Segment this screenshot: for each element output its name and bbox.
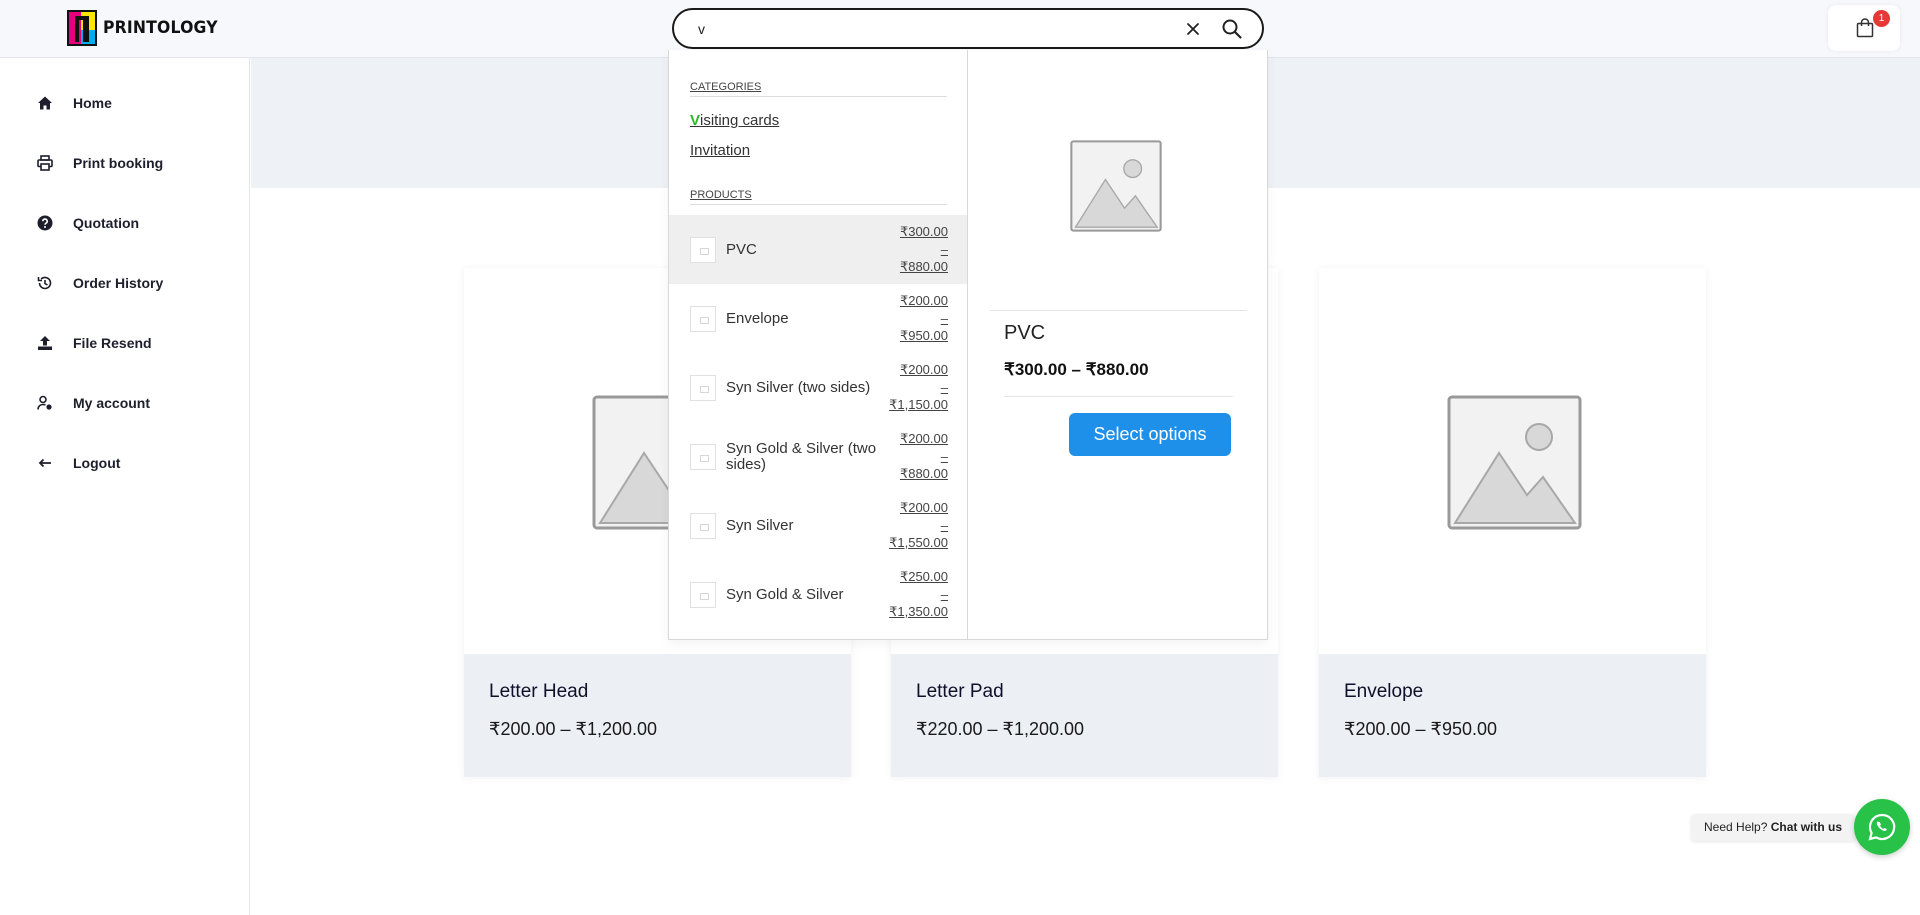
- sidebar-item-home[interactable]: Home: [36, 91, 112, 115]
- divider: [1004, 396, 1233, 397]
- product-preview: PVC ₹300.00 – ₹880.00 Select options: [968, 50, 1268, 639]
- chat-help-label[interactable]: Need Help? Chat with us: [1691, 814, 1856, 841]
- brand-logo[interactable]: PRINTOLOGY: [67, 10, 228, 46]
- category-link-invitation[interactable]: Invitation: [690, 142, 750, 159]
- product-thumbnail: [690, 237, 716, 263]
- category-link-visiting-cards[interactable]: Visiting cards: [690, 112, 779, 129]
- sidebar-item-file-resend[interactable]: File Resend: [36, 331, 152, 355]
- whatsapp-icon: [1868, 813, 1896, 841]
- image-placeholder-icon: [1070, 140, 1162, 232]
- product-thumbnail: [690, 582, 716, 608]
- product-title[interactable]: Envelope: [1344, 681, 1423, 703]
- product-thumbnail: [690, 306, 716, 332]
- suggestion-name: Syn Silver (two sides): [726, 378, 871, 396]
- printer-icon: [36, 154, 54, 172]
- product-thumbnail: [690, 375, 716, 401]
- sidebar-item-label: Home: [73, 95, 112, 111]
- cart-button[interactable]: 1: [1828, 5, 1900, 51]
- image-placeholder-icon: [1447, 395, 1582, 530]
- brand-name: PRINTOLOGY: [103, 18, 218, 38]
- suggestion-price: ₹250.00– ₹1,350.00: [889, 569, 948, 619]
- user-gear-icon: [36, 394, 54, 412]
- product-title[interactable]: Letter Pad: [916, 681, 1004, 703]
- sidebar-item-my-account[interactable]: My account: [36, 391, 150, 415]
- suggestions-list: CATEGORIES Visiting cards Invitation PRO…: [669, 50, 968, 639]
- divider: [990, 310, 1247, 311]
- product-price: ₹220.00 – ₹1,200.00: [916, 719, 1085, 739]
- suggestion-price: ₹200.00– ₹1,550.00: [889, 500, 948, 550]
- product-thumbnail: [690, 513, 716, 539]
- suggestion-item[interactable]: Syn Gold & Silver (two sides) ₹200.00– ₹8…: [669, 422, 967, 491]
- suggestion-name: Syn Gold & Silver: [726, 585, 844, 603]
- sidebar-item-label: My account: [73, 395, 151, 411]
- suggestion-name: Envelope: [726, 309, 789, 327]
- product-info: Letter Head ₹200.00 – ₹1,200.00: [464, 654, 851, 777]
- product-price: ₹200.00 – ₹1,200.00: [489, 719, 658, 739]
- sidebar-item-order-history[interactable]: Order History: [36, 271, 163, 295]
- suggestion-item[interactable]: Syn Gold & Silver ₹250.00– ₹1,350.00: [669, 560, 967, 629]
- suggestion-item[interactable]: Envelope ₹200.00– ₹950.00: [669, 284, 967, 353]
- sidebar-item-label: Print booking: [73, 155, 164, 171]
- suggestion-name: Syn Gold & Silver (two sides): [726, 439, 877, 473]
- whatsapp-chat-button[interactable]: [1854, 799, 1910, 855]
- sidebar-item-print-booking[interactable]: Print booking: [36, 151, 163, 175]
- categories-heading: CATEGORIES: [690, 81, 947, 97]
- search-icon[interactable]: [1220, 17, 1244, 41]
- product-thumbnail: [690, 444, 716, 470]
- suggestion-price: ₹200.00– ₹1,150.00: [889, 362, 948, 412]
- question-circle-icon: [36, 214, 54, 232]
- suggestion-price: ₹300.00– ₹880.00: [899, 224, 948, 274]
- products-heading: PRODUCTS: [690, 189, 947, 205]
- product-image: [1319, 268, 1706, 654]
- suggestion-price: ₹200.00– ₹950.00: [899, 293, 948, 343]
- product-title[interactable]: Letter Head: [489, 681, 588, 703]
- history-icon: [36, 274, 54, 292]
- cart-count-badge: 1: [1873, 10, 1890, 27]
- sidebar-item-label: Quotation: [73, 215, 140, 231]
- search-input[interactable]: [698, 18, 1118, 40]
- close-icon[interactable]: [1182, 18, 1204, 40]
- sidebar-item-quotation[interactable]: Quotation: [36, 211, 139, 235]
- product-card[interactable]: Envelope ₹200.00 – ₹950.00: [1319, 268, 1706, 777]
- product-price: ₹200.00 – ₹950.00: [1344, 719, 1498, 739]
- home-icon: [36, 94, 54, 112]
- suggestion-item[interactable]: Syn Silver ₹200.00– ₹1,550.00: [669, 491, 967, 560]
- sidebar-item-logout[interactable]: Logout: [36, 451, 120, 475]
- logo-mark: [67, 10, 97, 46]
- sidebar-item-label: Order History: [73, 275, 164, 291]
- sidebar-item-label: File Resend: [73, 335, 152, 351]
- preview-title: PVC: [1004, 322, 1046, 344]
- suggestion-price: ₹200.00– ₹880.00: [899, 431, 948, 481]
- suggestion-item[interactable]: PVC ₹300.00– ₹880.00: [669, 215, 967, 284]
- search-suggestions-dropdown: CATEGORIES Visiting cards Invitation PRO…: [668, 50, 1268, 640]
- select-options-button[interactable]: Select options: [1069, 413, 1231, 456]
- suggestion-name: PVC: [726, 240, 757, 258]
- suggestion-item[interactable]: Syn Silver (two sides) ₹200.00– ₹1,150.00: [669, 353, 967, 422]
- shopping-bag-icon: [1856, 18, 1874, 38]
- product-info: Letter Pad ₹220.00 – ₹1,200.00: [891, 654, 1278, 777]
- sidebar-item-label: Logout: [73, 455, 121, 471]
- sidebar: Home Print booking Quotation Order Histo…: [0, 58, 250, 915]
- suggestion-name: Syn Silver: [726, 516, 794, 534]
- arrow-left-icon: [36, 454, 54, 472]
- product-info: Envelope ₹200.00 – ₹950.00: [1319, 654, 1706, 777]
- preview-price: ₹300.00 – ₹880.00: [1004, 360, 1149, 379]
- search-box: [672, 8, 1264, 49]
- upload-icon: [36, 334, 54, 352]
